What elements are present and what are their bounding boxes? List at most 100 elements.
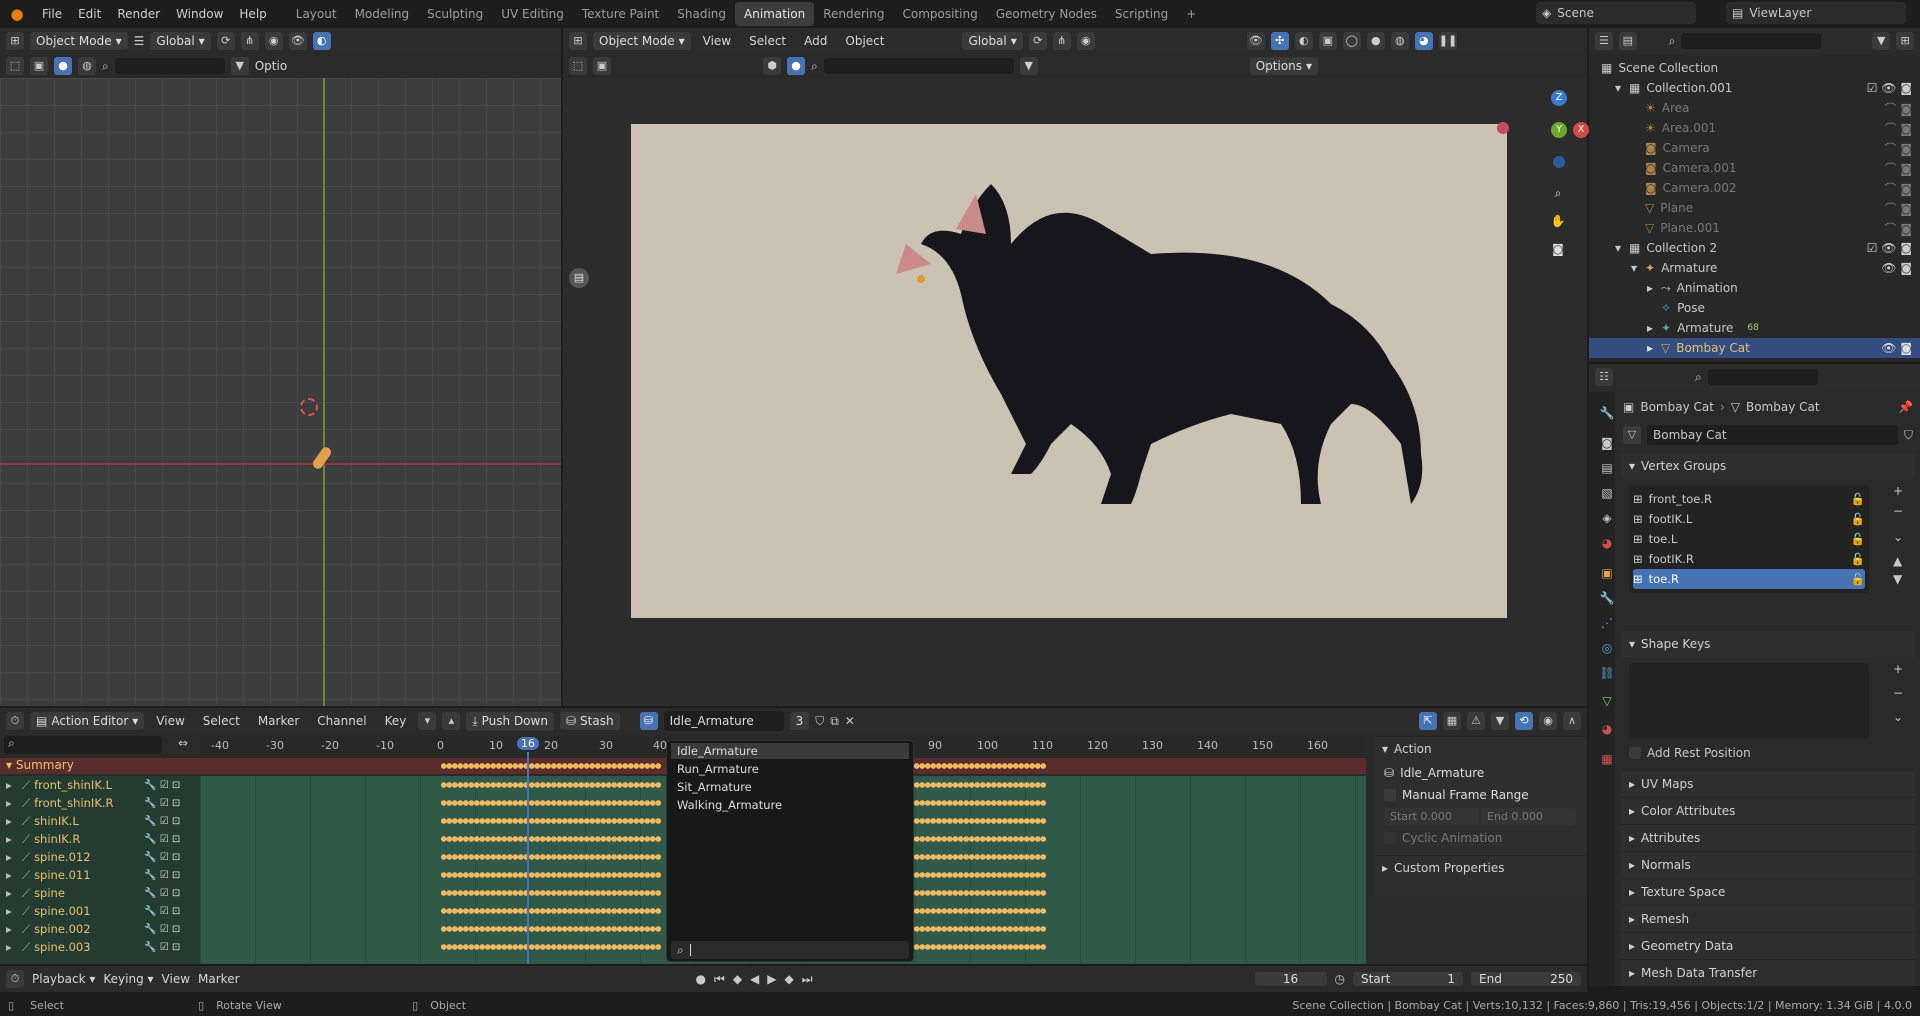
pivot-icon[interactable]: ⟳ <box>216 32 235 50</box>
outliner-row[interactable]: ▽ Plane ⌒ ◙ <box>1601 198 1920 218</box>
fake-user-icon[interactable]: ⛉ <box>815 714 824 729</box>
action-panel-header[interactable]: ▾ Action <box>1374 736 1586 760</box>
menu-window[interactable]: Window <box>168 0 231 28</box>
xray-icon[interactable]: ▣ <box>1318 32 1337 50</box>
camera-lock-icon[interactable]: ▤ <box>569 268 589 288</box>
constraints-tab-icon[interactable]: ⛓ <box>1598 664 1616 682</box>
navigation-gizmo[interactable]: Z Y X <box>1529 88 1589 172</box>
editor-type-icon[interactable]: ⏱ <box>6 712 24 730</box>
channel-controls-icon[interactable]: 🔧 ☑ ⊡ <box>144 816 180 827</box>
keying-menu[interactable]: Keying ▾ <box>103 972 153 986</box>
channel-row[interactable]: ▸ ⟋ spine.002 🔧 ☑ ⊡ <box>0 920 200 938</box>
new-collection-icon[interactable]: ⊞ <box>1896 32 1915 50</box>
visibility-icons[interactable]: ☑ 👁 ◙ <box>1867 241 1920 255</box>
menu-help[interactable]: Help <box>231 0 274 28</box>
overlay-icon[interactable]: ◐ <box>312 32 331 50</box>
channel-controls-icon[interactable]: 🔧 ☑ ⊡ <box>144 834 180 845</box>
only-selected-icon[interactable]: ⇱ <box>1419 712 1437 730</box>
snap-icon[interactable]: ⋔ <box>240 32 259 50</box>
camera-handle-icon[interactable] <box>1497 122 1509 134</box>
specials-menu-icon[interactable]: ⌄ <box>1893 530 1903 544</box>
shape-key-menu-icon[interactable]: ⌄ <box>1893 710 1903 724</box>
add-rest-position-checkbox[interactable] <box>1629 747 1641 759</box>
channel-controls-icon[interactable]: 🔧 ☑ ⊡ <box>144 798 180 809</box>
menu-view[interactable]: View <box>697 34 737 48</box>
down-arrow-icon[interactable]: ▾ <box>418 712 437 730</box>
visibility-icons[interactable]: ⌒ ◙ <box>1885 180 1920 197</box>
left-search-input[interactable] <box>114 58 225 74</box>
keyframe-row[interactable] <box>441 762 661 770</box>
main-viewport-canvas[interactable]: ▤ Z Y X ⌕ ✋ ◙ <box>563 78 1589 706</box>
next-key-icon[interactable]: ◆ <box>785 972 794 986</box>
lock-icon[interactable]: 🔓 <box>1851 572 1865 586</box>
output-tab-icon[interactable]: ▤ <box>1598 459 1616 477</box>
channel-row[interactable]: ▸ ⟋ spine.003 🔧 ☑ ⊡ <box>0 938 200 956</box>
manual-frame-range-checkbox[interactable] <box>1384 789 1396 801</box>
menu-key[interactable]: Key <box>379 714 413 728</box>
menu-object[interactable]: Object <box>839 34 890 48</box>
outliner-row[interactable]: ▽ Plane.001 ⌒ ◙ <box>1601 218 1920 238</box>
texture-tab-icon[interactable]: ▦ <box>1598 750 1616 768</box>
visibility-icons[interactable]: ⌒ ◙ <box>1885 120 1920 137</box>
add-shape-key-button[interactable]: + <box>1893 662 1903 676</box>
dropdown-item-walking[interactable]: Walking_Armature <box>671 797 909 813</box>
custom-properties-header[interactable]: ▸ Custom Properties <box>1374 855 1586 879</box>
clock-icon[interactable]: ◷ <box>1335 972 1345 986</box>
tab-uv-editing[interactable]: UV Editing <box>492 2 573 26</box>
jump-start-icon[interactable]: ⏮ <box>714 972 725 987</box>
snap-icon[interactable]: ⟲ <box>1515 712 1533 730</box>
outliner-row[interactable]: ▦ Scene Collection <box>1601 58 1920 78</box>
gizmo-z-icon[interactable]: Z <box>1551 90 1567 106</box>
tab-sculpting[interactable]: Sculpting <box>418 2 492 26</box>
up-arrow-icon[interactable]: ▴ <box>442 712 461 730</box>
end-field[interactable]: End 250 <box>1471 972 1581 986</box>
channel-controls-icon[interactable]: 🔧 ☑ ⊡ <box>144 924 180 935</box>
swap-icon[interactable]: ⇔ <box>178 736 188 750</box>
keyframe-row[interactable] <box>441 781 661 789</box>
editor-type-icon[interactable]: ⊞ <box>569 32 587 50</box>
keyframe-row[interactable] <box>914 781 1046 789</box>
panel-attributes[interactable]: ▸ Attributes <box>1621 824 1915 851</box>
list-item-selected[interactable]: ⊞ toe.R 🔓 <box>1633 569 1865 589</box>
channel-row[interactable]: ▸ ⟋ spine 🔧 ☑ ⊡ <box>0 884 200 902</box>
visibility-icons[interactable]: 👁 ◙ <box>1881 341 1920 355</box>
menu-add[interactable]: Add <box>798 34 833 48</box>
outliner-row[interactable]: ◙ Camera.002 ⌒ ◙ <box>1601 178 1920 198</box>
visibility-icons[interactable]: ☑ 👁 ◙ <box>1867 81 1920 95</box>
hamburger-icon[interactable]: ☰ <box>134 34 145 48</box>
channel-controls-icon[interactable]: 🔧 ☑ ⊡ <box>144 870 180 881</box>
add-workspace-button[interactable]: + <box>1177 2 1205 26</box>
channel-row[interactable]: ▸ ⟋ spine.011 🔧 ☑ ⊡ <box>0 866 200 884</box>
outliner-row[interactable]: ▾ ▦ Collection.001 ☑ 👁 ◙ <box>1601 78 1920 98</box>
keyframe-row[interactable] <box>914 907 1046 915</box>
particles-tab-icon[interactable]: ⋰ <box>1598 614 1616 632</box>
list-item[interactable]: ⊞ front_toe.R 🔓 <box>1633 489 1865 509</box>
shape-keys-list[interactable] <box>1629 663 1869 739</box>
visibility-icon[interactable]: 👁 <box>1246 32 1265 50</box>
outliner-row[interactable]: ☀ Area ⌒ ◙ <box>1601 98 1920 118</box>
visibility-icons[interactable]: ⌒ ◙ <box>1885 100 1920 117</box>
view-menu[interactable]: View <box>162 972 190 986</box>
main-mode-dropdown[interactable]: Object Mode ▾ <box>593 32 691 50</box>
keyframe-row[interactable] <box>441 871 661 879</box>
shading-solid-icon[interactable]: ● <box>54 57 72 75</box>
show-hidden-icon[interactable]: ▦ <box>1443 712 1461 730</box>
tab-modeling[interactable]: Modeling <box>346 2 419 26</box>
keyframe-row[interactable] <box>914 925 1046 933</box>
outliner-search-input[interactable] <box>1681 33 1821 49</box>
outliner-row[interactable]: ▾ ▦ Collection 2 ☑ 👁 ◙ <box>1601 238 1920 258</box>
gizmo-y-icon[interactable]: Y <box>1551 122 1567 138</box>
shading-solid-icon[interactable]: ● <box>787 57 805 75</box>
outliner-row[interactable]: ◙ Camera.001 ⌒ ◙ <box>1601 158 1920 178</box>
shape-keys-header[interactable]: ▾ Shape Keys <box>1621 630 1915 657</box>
visibility-icons[interactable]: ⌒ ◙ <box>1885 140 1920 157</box>
panel-normals[interactable]: ▸ Normals <box>1621 851 1915 878</box>
panel-texture-space[interactable]: ▸ Texture Space <box>1621 878 1915 905</box>
channel-search-input[interactable]: ⌕ <box>4 736 162 754</box>
start-frame-field[interactable]: Start 0.000 <box>1384 808 1479 825</box>
gizmo-x-icon[interactable]: X <box>1573 122 1589 138</box>
channel-controls-icon[interactable]: 🔧 ☑ ⊡ <box>144 852 180 863</box>
menu-file[interactable]: File <box>34 0 70 28</box>
marker-menu[interactable]: Marker <box>198 972 239 986</box>
world-tab-icon[interactable]: ◕ <box>1598 534 1616 552</box>
